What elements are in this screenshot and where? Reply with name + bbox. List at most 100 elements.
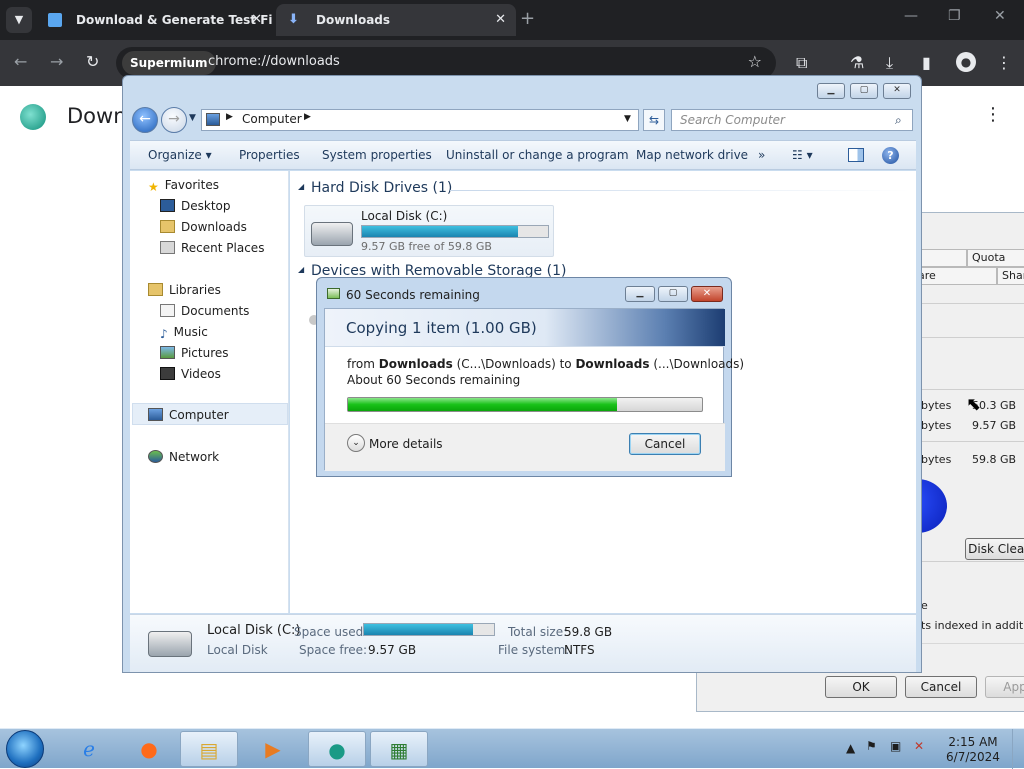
supermium-logo-icon [20, 104, 46, 130]
dialog-banner: Copying 1 item (1.00 GB) [325, 309, 725, 347]
tab-downloads[interactable]: ⬇ Downloads ✕ [276, 4, 516, 36]
close-window-button[interactable]: ✕ [994, 8, 1006, 24]
system-properties-button[interactable]: System properties [322, 148, 432, 162]
close-tab-icon[interactable]: ✕ [251, 4, 262, 36]
destination-folder[interactable]: Downloads [575, 357, 649, 371]
maximize-button[interactable]: ▢ [658, 286, 688, 302]
tab-sharing[interactable]: Sharin [997, 267, 1024, 285]
profile-avatar-icon[interactable]: ● [956, 52, 976, 72]
nav-network[interactable]: Network [148, 447, 219, 467]
media-player-icon[interactable]: ▶ [244, 731, 302, 767]
more-details-toggle[interactable]: More details [369, 437, 443, 451]
space-free-label: Space free: [299, 643, 368, 657]
breadcrumb-computer[interactable]: Computer [242, 112, 302, 126]
nav-music[interactable]: ♪ Music [160, 322, 208, 342]
action-center-flag-icon[interactable]: ⚑ [866, 739, 877, 754]
clock-date: 6/7/2024 [946, 750, 1000, 764]
collapse-group-icon[interactable]: ◢ [298, 182, 304, 191]
nav-label: Desktop [181, 199, 231, 213]
extensions-icon[interactable]: ⧉ [796, 53, 807, 73]
clock[interactable]: 2:15 AM 6/7/2024 [940, 735, 1006, 765]
nav-desktop[interactable]: Desktop [160, 196, 231, 216]
restore-button[interactable]: ❐ [948, 8, 961, 24]
nav-pictures[interactable]: Pictures [160, 343, 229, 363]
start-button[interactable] [6, 730, 44, 768]
nav-recent-places[interactable]: Recent Places [160, 238, 264, 258]
uninstall-program-button[interactable]: Uninstall or change a program [446, 148, 629, 162]
help-icon[interactable]: ? [882, 147, 899, 164]
site-chip[interactable]: Supermium [122, 51, 216, 75]
page-menu-icon[interactable]: ⋮ [984, 104, 1002, 125]
source-path: (C...\Downloads) [456, 357, 556, 371]
browser-menu-icon[interactable]: ⋮ [996, 53, 1012, 72]
network-tray-icon[interactable]: ▣ [890, 739, 901, 754]
volume-muted-icon[interactable]: ✕ [914, 739, 924, 754]
preview-pane-icon[interactable] [848, 148, 864, 162]
refresh-icon[interactable]: ⇆ [643, 109, 665, 131]
labs-flask-icon[interactable]: ⚗ [850, 53, 864, 72]
supermium-browser-icon[interactable]: ● [308, 731, 366, 767]
firefox-icon[interactable]: ● [120, 731, 178, 767]
group-hard-disk-drives[interactable]: Hard Disk Drives (1) [311, 180, 452, 196]
organize-button[interactable]: Organize ▾ [148, 148, 212, 162]
expand-chevron-icon[interactable]: ⌄ [347, 434, 365, 452]
close-button[interactable]: ✕ [883, 83, 911, 99]
nav-documents[interactable]: Documents [160, 301, 249, 321]
libraries-icon [148, 283, 163, 296]
forward-icon[interactable]: → [50, 52, 63, 71]
task-manager-icon[interactable]: ▦ [370, 731, 428, 767]
nav-computer[interactable]: Computer [148, 405, 229, 425]
search-input[interactable]: Search Computer [671, 109, 913, 131]
tab-quota[interactable]: Quota [967, 249, 1024, 267]
nav-videos[interactable]: Videos [160, 364, 221, 384]
minimize-button[interactable]: ▁ [625, 286, 655, 302]
bookmark-star-icon[interactable]: ☆ [748, 52, 762, 71]
nav-libraries[interactable]: Libraries [148, 280, 221, 300]
breadcrumb-arrow-icon[interactable]: ▶ [226, 112, 233, 122]
address-dropdown-icon[interactable]: ▼ [624, 114, 631, 124]
search-icon[interactable]: ⌕ [895, 113, 902, 128]
reload-icon[interactable]: ↻ [86, 52, 99, 71]
back-icon[interactable]: ← [132, 107, 158, 133]
address-bar[interactable]: ▶ Computer ▶ ▼ [201, 109, 639, 131]
close-button[interactable]: ✕ [691, 286, 723, 302]
disk-cleanup-button[interactable]: Disk Clean [965, 538, 1024, 560]
change-view-icon[interactable]: ☷ ▾ [792, 148, 813, 162]
cancel-button[interactable]: Cancel [905, 676, 977, 698]
more-commands-button[interactable]: » [758, 148, 765, 162]
ok-button[interactable]: OK [825, 676, 897, 698]
apply-button[interactable]: App [985, 676, 1024, 698]
copy-heading: Copying 1 item (1.00 GB) [346, 319, 537, 337]
new-tab-button[interactable]: + [520, 8, 535, 29]
file-explorer-icon[interactable]: ▤ [180, 731, 238, 767]
back-icon[interactable]: ← [14, 52, 27, 71]
tab-download-generate[interactable]: Download & Generate Test File ✕ [36, 4, 272, 36]
cancel-copy-button[interactable]: Cancel [629, 433, 701, 455]
space-free-value: 9.57 GB [368, 643, 417, 657]
recent-pages-icon[interactable]: ▼ [189, 113, 196, 123]
side-panel-icon[interactable]: ▮ [922, 53, 931, 72]
nav-downloads[interactable]: Downloads [160, 217, 247, 237]
url-text[interactable]: chrome://downloads [208, 54, 340, 69]
show-hidden-icons-icon[interactable]: ▲ [846, 741, 855, 756]
details-name: Local Disk (C:) [207, 623, 301, 638]
internet-explorer-icon[interactable]: ℯ [60, 731, 118, 767]
network-icon [148, 450, 163, 463]
minimize-button[interactable]: ▁ [817, 83, 845, 99]
total-size-value: 59.8 GB [564, 625, 613, 639]
minimize-button[interactable]: — [904, 8, 918, 24]
documents-icon [160, 304, 175, 317]
breadcrumb-arrow-icon[interactable]: ▶ [304, 112, 311, 122]
drive-local-disk-c[interactable]: Local Disk (C:) 9.57 GB free of 59.8 GB [304, 205, 554, 257]
maximize-button[interactable]: ▢ [850, 83, 878, 99]
tab-search-button[interactable]: ▼ [6, 7, 32, 33]
nav-favorites[interactable]: ★ Favorites [148, 175, 219, 195]
close-tab-icon[interactable]: ✕ [495, 4, 506, 36]
forward-icon[interactable]: → [161, 107, 187, 133]
collapse-group-icon[interactable]: ◢ [298, 265, 304, 274]
map-network-drive-button[interactable]: Map network drive [636, 148, 748, 162]
source-folder[interactable]: Downloads [379, 357, 453, 371]
show-desktop-button[interactable] [1012, 729, 1024, 769]
properties-button[interactable]: Properties [239, 148, 300, 162]
downloads-icon[interactable]: ⤓ [886, 53, 893, 73]
